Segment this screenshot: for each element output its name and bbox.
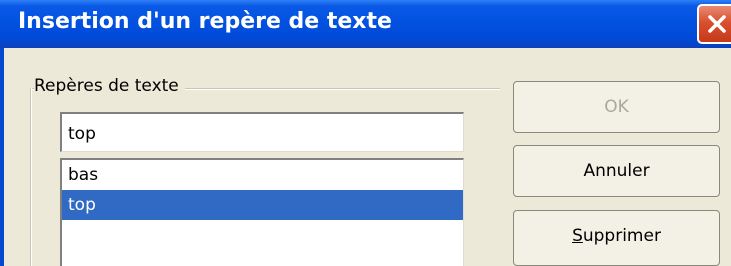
delete-button[interactable]: Supprimer bbox=[513, 210, 720, 266]
window-title: Insertion d'un repère de texte bbox=[18, 9, 392, 34]
delete-button-label: upprimer bbox=[582, 226, 661, 246]
bookmark-list[interactable]: bas top bbox=[60, 158, 464, 266]
close-button[interactable] bbox=[697, 4, 731, 44]
ok-button[interactable]: OK bbox=[513, 81, 720, 133]
bookmark-name-input[interactable]: top bbox=[60, 112, 464, 152]
close-icon bbox=[708, 15, 726, 33]
group-frame-left bbox=[30, 88, 32, 266]
title-bar[interactable]: Insertion d'un repère de texte bbox=[0, 0, 731, 48]
group-label: Repères de texte bbox=[34, 76, 185, 96]
cancel-button[interactable]: Annuler bbox=[513, 145, 720, 197]
list-item-bas[interactable]: bas bbox=[62, 160, 463, 190]
list-item-top[interactable]: top bbox=[62, 190, 463, 220]
delete-button-mnemonic: S bbox=[572, 226, 583, 246]
dialog-border bbox=[0, 48, 4, 266]
